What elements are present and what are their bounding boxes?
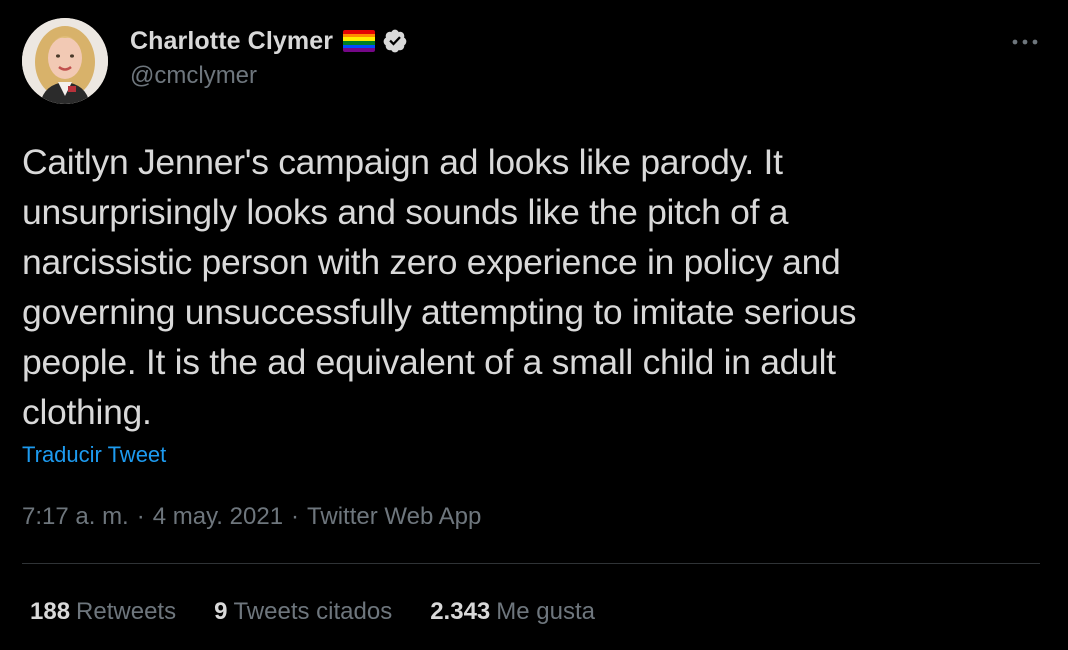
- likes-stat[interactable]: 2.343 Me gusta: [430, 598, 595, 626]
- likes-count: 2.343: [430, 598, 491, 625]
- tweet-date[interactable]: 4 may. 2021: [153, 503, 283, 531]
- tweet-text-line: people. It is the ad equivalent of a sma…: [22, 342, 836, 382]
- display-name[interactable]: Charlotte Clymer: [130, 27, 333, 56]
- retweets-label: Retweets: [76, 598, 177, 625]
- quotes-stat[interactable]: 9 Tweets citados: [214, 598, 392, 626]
- tweet-time[interactable]: 7:17 a. m.: [22, 503, 129, 531]
- tweet-text-line: clothing.: [22, 392, 152, 432]
- tweet-stats: 188 Retweets 9 Tweets citados 2.343 Me gust…: [30, 598, 595, 626]
- name-row: Charlotte Clymer: [130, 26, 408, 56]
- divider: [22, 563, 1040, 564]
- translate-tweet-link[interactable]: Traducir Tweet: [22, 442, 166, 468]
- retweets-count: 188: [30, 598, 71, 625]
- handle[interactable]: @cmclymer: [130, 62, 408, 90]
- meta-separator: ·: [291, 503, 300, 530]
- profile-photo-icon: [22, 18, 108, 104]
- tweet-header: Charlotte Clymer @cmclymer: [22, 18, 1046, 108]
- likes-label: Me gusta: [496, 598, 595, 625]
- avatar[interactable]: [22, 18, 108, 104]
- tweet-text-line: governing unsuccessfully attempting to i…: [22, 292, 857, 332]
- quotes-count: 9: [214, 598, 228, 625]
- tweet-source[interactable]: Twitter Web App: [307, 503, 481, 531]
- verified-badge-icon: [383, 29, 407, 53]
- tweet-text-line: Caitlyn Jenner's campaign ad looks like …: [22, 142, 783, 182]
- tweet-text: Caitlyn Jenner's campaign ad looks like …: [22, 137, 1022, 437]
- retweets-stat[interactable]: 188 Retweets: [30, 598, 176, 626]
- author-info: Charlotte Clymer @cmclymer: [130, 26, 408, 90]
- tweet-text-line: unsurprisingly looks and sounds like the…: [22, 192, 789, 232]
- tweet-text-line: narcissistic person with zero experience…: [22, 242, 841, 282]
- more-options-icon[interactable]: [1008, 32, 1042, 52]
- rainbow-flag-icon: [343, 30, 376, 52]
- meta-separator: ·: [136, 503, 145, 530]
- quotes-label: Tweets citados: [233, 598, 393, 625]
- tweet-meta: 7:17 a. m. · 4 may. 2021 · Twitter Web A…: [22, 503, 481, 531]
